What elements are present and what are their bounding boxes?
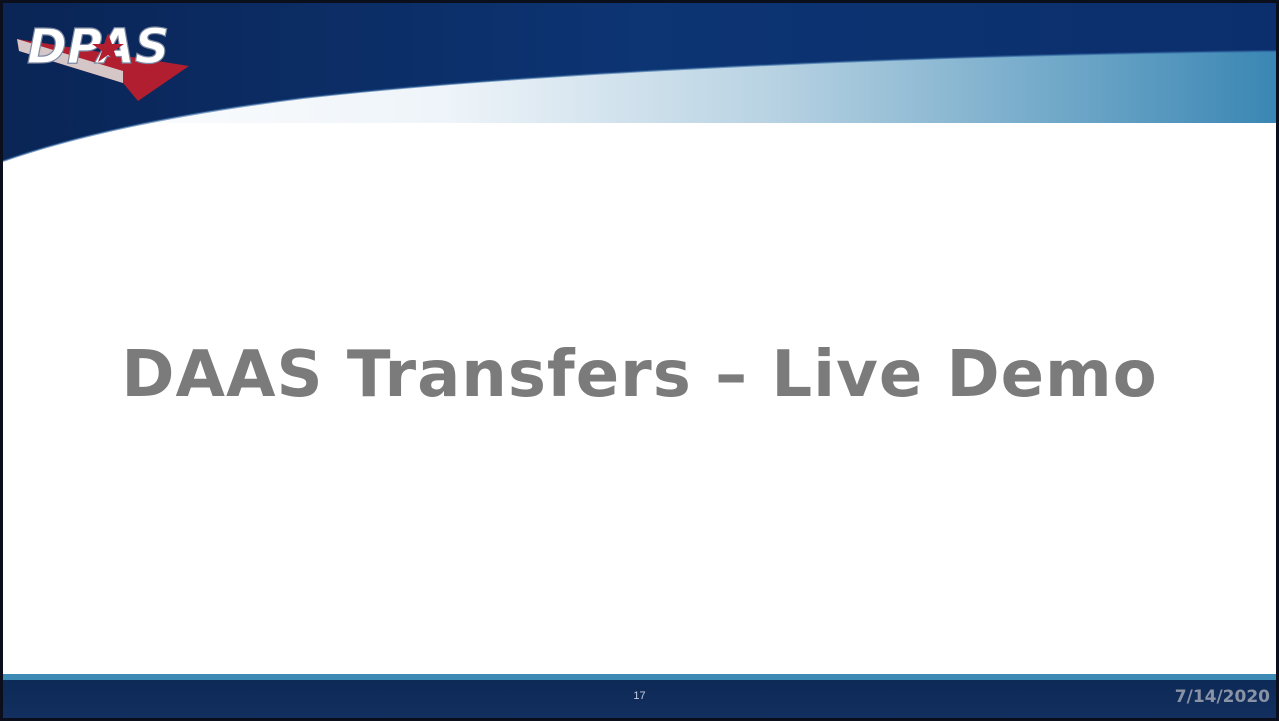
dpas-logo-icon: DPAS: [17, 18, 189, 101]
footer-date: 7/14/2020: [1174, 687, 1270, 707]
presentation-slide: DPAS DAAS Transfers – Live Demo 17 7/14/…: [0, 0, 1279, 721]
page-number: 17: [633, 690, 646, 702]
footer-bar: 17 7/14/2020: [3, 680, 1276, 718]
slide-title: DAAS Transfers – Live Demo: [121, 338, 1158, 412]
